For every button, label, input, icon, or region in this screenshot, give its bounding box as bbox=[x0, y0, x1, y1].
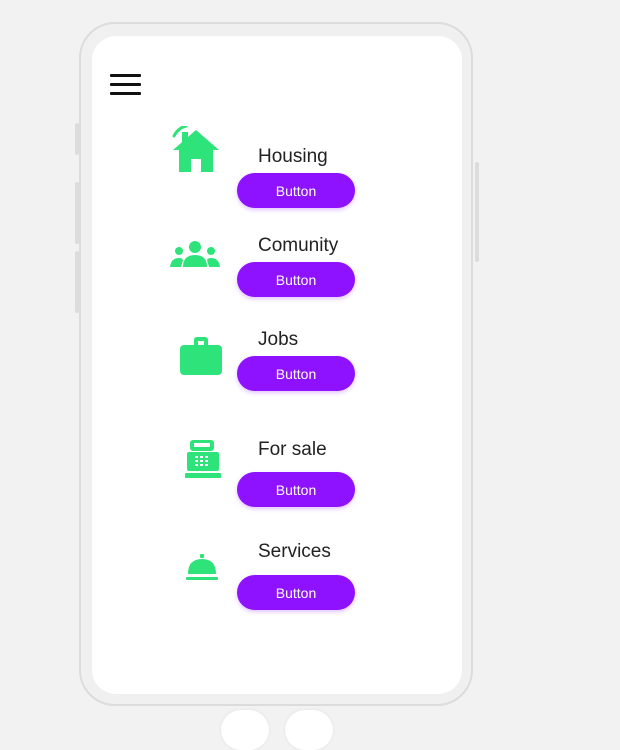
app-screen: Housing Button Comunity Button Jobs Butt… bbox=[92, 36, 462, 694]
phone-side-button bbox=[75, 182, 79, 244]
category-label-jobs: Jobs bbox=[258, 329, 299, 350]
bottom-tab-left[interactable] bbox=[221, 710, 269, 750]
phone-side-button bbox=[475, 162, 479, 262]
category-label-community: Comunity bbox=[258, 235, 339, 256]
phone-side-button bbox=[75, 123, 79, 155]
hamburger-menu-icon[interactable] bbox=[110, 74, 142, 98]
community-button[interactable]: Button bbox=[237, 262, 355, 297]
services-button[interactable]: Button bbox=[237, 575, 355, 610]
cash-register-icon bbox=[185, 440, 221, 478]
category-label-housing: Housing bbox=[258, 146, 328, 167]
housing-button[interactable]: Button bbox=[237, 173, 355, 208]
category-label-for-sale: For sale bbox=[258, 439, 327, 460]
jobs-button[interactable]: Button bbox=[237, 356, 355, 391]
bottom-tab-right[interactable] bbox=[285, 710, 333, 750]
phone-side-button bbox=[75, 251, 79, 313]
briefcase-icon bbox=[180, 337, 222, 375]
category-label-services: Services bbox=[258, 541, 331, 562]
service-bell-icon bbox=[186, 554, 218, 580]
people-group-icon bbox=[170, 241, 220, 267]
house-icon bbox=[172, 126, 219, 172]
for-sale-button[interactable]: Button bbox=[237, 472, 355, 507]
